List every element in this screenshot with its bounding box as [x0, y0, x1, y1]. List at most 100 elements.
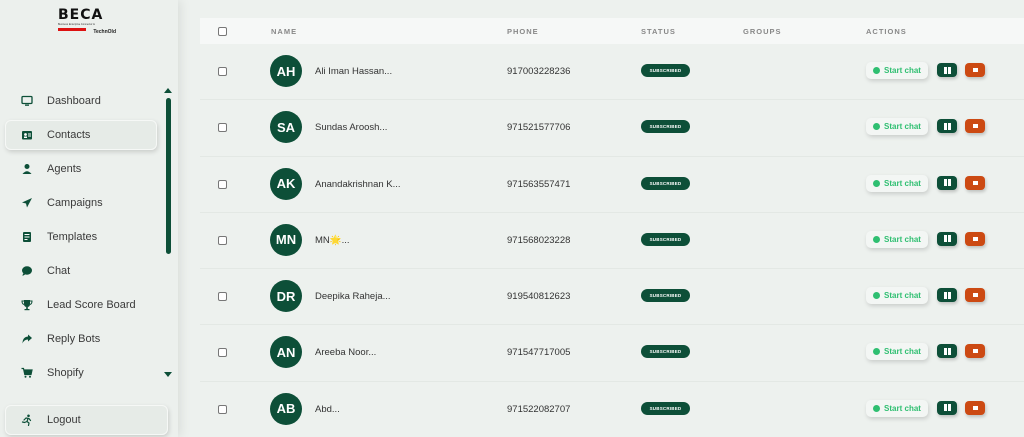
delete-button[interactable]: [965, 288, 985, 303]
delete-icon: [972, 349, 978, 354]
header-groups[interactable]: GROUPS: [743, 27, 782, 36]
edit-icon: [943, 122, 947, 130]
contact-name: Sundas Aroosh...: [315, 122, 388, 134]
edit-button[interactable]: [937, 231, 957, 246]
avatar: AN: [270, 336, 302, 369]
contact-phone: 917003228236: [507, 66, 571, 77]
avatar: AB: [270, 392, 302, 425]
sidebar: BECA Business Enterprise Connector & Tec…: [0, 0, 178, 437]
sidebar-item-label: Contacts: [47, 129, 91, 141]
sidebar-item-reply-bots[interactable]: Reply Bots: [5, 324, 157, 354]
logo-bar: [58, 28, 86, 31]
contact-name: Anandakrishnan K...: [315, 178, 401, 190]
table-row: AB Abd... 971522082707 SUBSCRIBED Start …: [200, 382, 1024, 437]
sidebar-item-label: Chat: [47, 265, 71, 277]
user-icon: [21, 163, 33, 175]
avatar: MN: [270, 223, 302, 256]
logout-button[interactable]: Logout: [5, 405, 168, 435]
start-chat-label: Start chat: [884, 122, 921, 132]
contact-phone: 971521577706: [507, 122, 571, 134]
delete-button[interactable]: [965, 63, 985, 77]
contacts-icon: [21, 129, 33, 141]
delete-icon: [972, 293, 978, 298]
sidebar-item-shopify[interactable]: Shopify: [5, 358, 157, 388]
sidebar-item-chat[interactable]: Chat: [5, 256, 157, 286]
contact-phone: 919540812623: [507, 291, 571, 303]
select-all-checkbox[interactable]: [218, 27, 227, 36]
row-checkbox[interactable]: [218, 404, 227, 414]
edit-icon: [943, 66, 947, 74]
chat-icon: [873, 292, 881, 300]
logo-text: BECA: [58, 7, 104, 23]
scroll-down-arrow[interactable]: [164, 372, 172, 377]
row-checkbox[interactable]: [218, 67, 227, 76]
edit-button[interactable]: [937, 344, 957, 359]
edit-icon-part: [947, 66, 951, 74]
start-chat-button[interactable]: Start chat: [866, 62, 928, 79]
start-chat-button[interactable]: Start chat: [866, 118, 928, 136]
document-icon: [21, 231, 33, 243]
avatar: DR: [270, 280, 302, 313]
edit-icon: [943, 404, 947, 412]
header-status[interactable]: STATUS: [641, 27, 676, 36]
start-chat-button[interactable]: Start chat: [866, 287, 928, 305]
cart-icon: [21, 367, 33, 379]
status-badge: SUBSCRIBED: [641, 289, 690, 303]
reply-arrow-icon: [21, 333, 33, 345]
edit-icon-part: [947, 404, 951, 412]
delete-button[interactable]: [965, 400, 985, 415]
edit-button[interactable]: [937, 288, 957, 303]
start-chat-button[interactable]: Start chat: [866, 343, 928, 361]
sidebar-scrollbar-thumb[interactable]: [166, 98, 171, 254]
chat-icon: [873, 235, 881, 243]
chat-icon: [873, 404, 881, 412]
row-checkbox[interactable]: [218, 123, 227, 133]
delete-button[interactable]: [965, 231, 985, 246]
edit-button[interactable]: [937, 175, 957, 190]
start-chat-label: Start chat: [884, 291, 921, 301]
row-checkbox[interactable]: [218, 179, 227, 189]
avatar: SA: [270, 111, 302, 144]
sidebar-item-campaigns[interactable]: Campaigns: [5, 188, 157, 218]
delete-icon: [972, 236, 978, 241]
edit-icon-part: [947, 291, 951, 299]
contact-name: Deepika Raheja...: [315, 291, 391, 303]
delete-button[interactable]: [965, 344, 985, 359]
edit-button[interactable]: [937, 400, 957, 415]
header-name[interactable]: NAME: [271, 27, 297, 36]
sidebar-item-templates[interactable]: Templates: [5, 222, 157, 252]
edit-button[interactable]: [937, 119, 957, 134]
sidebar-item-label: Dashboard: [47, 95, 101, 107]
table-row: SA Sundas Aroosh... 971521577706 SUBSCRI…: [200, 100, 1024, 157]
scroll-up-arrow[interactable]: [164, 88, 172, 93]
chat-icon: [873, 348, 881, 356]
edit-icon: [943, 235, 947, 243]
sidebar-item-contacts[interactable]: Contacts: [5, 120, 157, 150]
brand-logo[interactable]: BECA Business Enterprise Connector & Tec…: [58, 8, 116, 36]
delete-icon: [972, 124, 978, 129]
edit-button[interactable]: [937, 63, 957, 77]
delete-icon: [972, 405, 978, 410]
row-checkbox[interactable]: [218, 235, 227, 245]
sidebar-item-agents[interactable]: Agents: [5, 154, 157, 184]
start-chat-label: Start chat: [884, 66, 921, 75]
start-chat-button[interactable]: Start chat: [866, 399, 928, 417]
start-chat-button[interactable]: Start chat: [866, 174, 928, 192]
edit-icon-part: [947, 235, 951, 243]
sidebar-item-label: Shopify: [47, 367, 84, 379]
edit-icon: [943, 179, 947, 187]
edit-icon: [943, 347, 947, 355]
header-phone[interactable]: PHONE: [507, 27, 539, 36]
sidebar-item-lead-score-board[interactable]: Lead Score Board: [5, 290, 157, 320]
sidebar-item-dashboard[interactable]: Dashboard: [5, 86, 157, 116]
start-chat-label: Start chat: [884, 234, 921, 244]
contact-name: Areeba Noor...: [315, 347, 377, 359]
table-header: NAME PHONE STATUS GROUPS ACTIONS: [200, 18, 1024, 44]
monitor-icon: [21, 95, 33, 107]
row-checkbox[interactable]: [218, 292, 227, 302]
delete-button[interactable]: [965, 119, 985, 134]
start-chat-button[interactable]: Start chat: [866, 230, 928, 248]
table-row: DR Deepika Raheja... 919540812623 SUBSCR…: [200, 269, 1024, 326]
row-checkbox[interactable]: [218, 348, 227, 358]
delete-button[interactable]: [965, 175, 985, 190]
